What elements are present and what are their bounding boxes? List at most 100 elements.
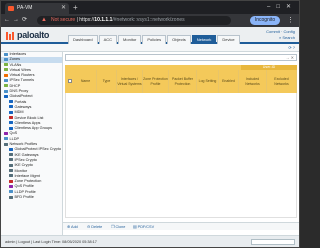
tab-acc[interactable]: ACC [98,35,118,44]
clone-label: Clone [115,225,126,229]
sidebar-item-bfd-profile[interactable]: BFD Profile [1,195,62,200]
sidebar-item-label: Interfaces [9,52,27,56]
sidebar-node-icon [9,179,13,183]
pan-header: paloalto Dashboard ACC Monitor Policies … [1,27,299,44]
top-navigation: Dashboard ACC Monitor Policies Objects N… [68,35,240,44]
sidebar-item-label: GlobalProtect [9,94,33,99]
sidebar-node-icon [9,169,13,173]
sidebar-item-label: Monitor [14,168,28,173]
column-header-included-networks[interactable]: Included Networks [239,70,267,93]
navigation-buttons[interactable]: ←→⟳ [4,14,30,27]
url-host: 10.1.1.1 [94,17,113,23]
sidebar-node-icon [9,126,13,130]
url-path: /#network::vsys1::network/zones [112,17,185,23]
zones-table-body [65,93,297,218]
sidebar-item-label: Device Block List [14,115,44,120]
sidebar-node-icon [9,105,13,109]
sidebar-item-label: Portals [14,99,27,104]
refresh-help-icons[interactable]: ⟳ ? [288,44,295,52]
sidebar-node-icon [9,121,13,125]
sidebar-node-icon [9,158,13,162]
incognito-profile-button[interactable]: Incognito [250,16,280,25]
tab-network[interactable]: Network [191,35,217,44]
action-bar: ⊕ Add ⊖ Delete ❐ Clone ▤ PDF/CSV [63,222,299,230]
column-header-zone-protection-profile[interactable]: Zone Protection Profile [143,70,169,93]
select-all-checkbox[interactable] [68,79,72,83]
column-header-name[interactable]: Name [75,70,97,93]
sidebar-item-label: LLDP [9,136,20,141]
palo-alto-logo-mark-icon [6,32,14,40]
browser-tab-strip: PA-VM ✕ + –□✕ [1,1,299,14]
sidebar-node-icon [9,110,13,114]
sidebar-node-icon [4,57,8,61]
column-header-excluded-networks[interactable]: Excluded Networks [267,70,297,93]
tab-dashboard[interactable]: Dashboard [68,35,98,44]
sidebar-item-label: QoS [9,131,18,136]
sidebar-node-icon [9,195,13,199]
sidebar-node-icon [9,100,13,104]
delete-button[interactable]: ⊖ Delete [87,223,102,231]
not-secure-label: Not secure [51,17,76,23]
url-scheme: https:// [79,17,95,23]
tab-monitor[interactable]: Monitor [118,35,142,44]
new-tab-icon[interactable]: + [73,2,78,13]
status-tasks-box[interactable] [251,239,295,245]
column-header-log-setting[interactable]: Log Setting [197,70,219,93]
sidebar-node-icon [4,137,8,141]
sidebar-node-icon [9,174,13,178]
not-secure-warning-icon[interactable]: ▲ [41,16,47,25]
close-tab-icon[interactable]: ✕ [61,3,66,14]
sidebar-node-icon [4,89,8,93]
commit-button[interactable]: Commit [266,29,280,34]
column-header-interfaces-virtual-systems[interactable]: Interfaces / Virtual Systems [117,70,143,93]
tab-device[interactable]: Device [217,35,240,44]
sidebar-item-label: LLDP Profile [14,189,36,194]
sidebar-node-icon [4,142,8,146]
url-field[interactable]: ▲ Not secure | https://10.1.1.1/#network… [37,16,231,25]
config-button[interactable]: Config [283,29,295,34]
sidebar-node-icon [4,63,8,67]
sidebar-item-label: MDM [14,110,24,115]
sidebar-node-icon [4,94,8,98]
filter-arrow-icon[interactable]: → ✕ [286,55,294,61]
add-button[interactable]: ⊕ Add [67,223,78,231]
column-header-packet-buffer-protection[interactable]: Packet Buffer Protection [169,70,197,93]
sidebar-node-icon [4,73,8,77]
add-label: Add [71,225,78,229]
browser-menu-icon[interactable]: ⋮ [287,14,294,27]
search-icon[interactable]: ⌕ [279,35,281,40]
tab-policies[interactable]: Policies [142,35,167,44]
sidebar-item-label: QoS Profile [14,184,34,189]
tab-objects[interactable]: Objects [167,35,191,44]
address-bar-row: ←→⟳ ▲ Not secure | https://10.1.1.1/#net… [1,14,299,27]
sidebar-node-icon [4,68,8,72]
sidebar-item-label: IPSec Tunnels [9,78,34,83]
column-header-type[interactable]: Type [97,70,117,93]
sidebar-item-label: IKE Crypto [14,163,33,168]
logo-text: paloalto [17,30,50,40]
browser-window: PA-VM ✕ + –□✕ ←→⟳ ▲ Not secure | https:/… [0,0,300,248]
sidebar-item-label: Interface Mgmt [14,173,40,178]
sidebar-item-label: DHCP [9,83,21,88]
browser-tab-title: PA-VM [17,5,33,11]
browser-tab[interactable]: PA-VM ✕ [5,3,69,14]
header-actions: Commit · Config ⌕ Search [266,29,295,40]
sidebar-item-label: Network Profiles [9,142,38,147]
pdf-csv-label: PDF/CSV [137,225,155,229]
zones-panel: → ✕ User-ID Name Type Interfaces / Virtual… [63,52,299,235]
sidebar-node-icon [9,116,13,120]
pdf-csv-button[interactable]: ▤ PDF/CSV [133,223,154,231]
sidebar-node-icon [9,147,13,151]
sidebar-node-icon [9,184,13,188]
column-header-enabled[interactable]: Enabled [219,70,239,93]
window-controls[interactable]: –□✕ [267,1,297,13]
zones-table-header: User-ID Name Type Interfaces / Virtual Sys… [65,65,297,93]
filter-input[interactable]: → ✕ [65,54,297,61]
clone-button[interactable]: ❐ Clone [111,223,125,231]
search-button[interactable]: Search [282,35,295,40]
sidebar-item-label: IPSec Crypto [14,157,37,162]
sidebar-item-label: Zones [9,57,21,62]
sidebar-item-label: VLANs [9,62,22,67]
status-text: admin | Logout | Last Login Time: 08/05/… [5,240,97,244]
sidebar-node-icon [4,78,8,82]
